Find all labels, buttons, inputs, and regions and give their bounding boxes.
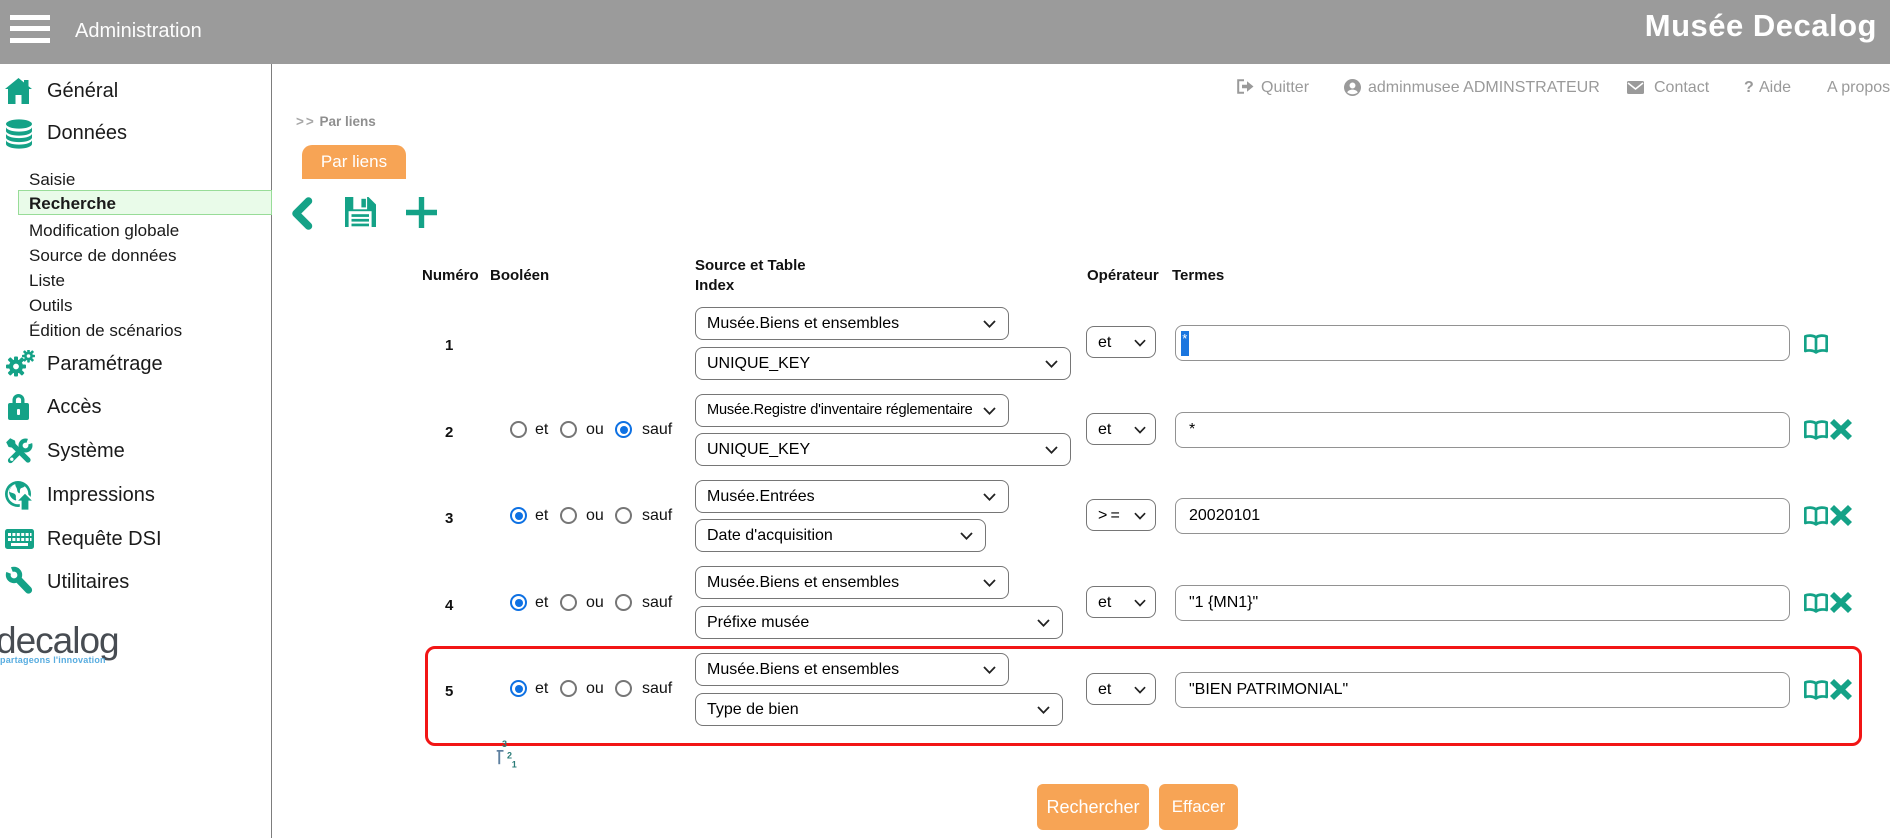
svg-text:1: 1 — [512, 760, 517, 770]
svg-text:3: 3 — [502, 739, 507, 749]
